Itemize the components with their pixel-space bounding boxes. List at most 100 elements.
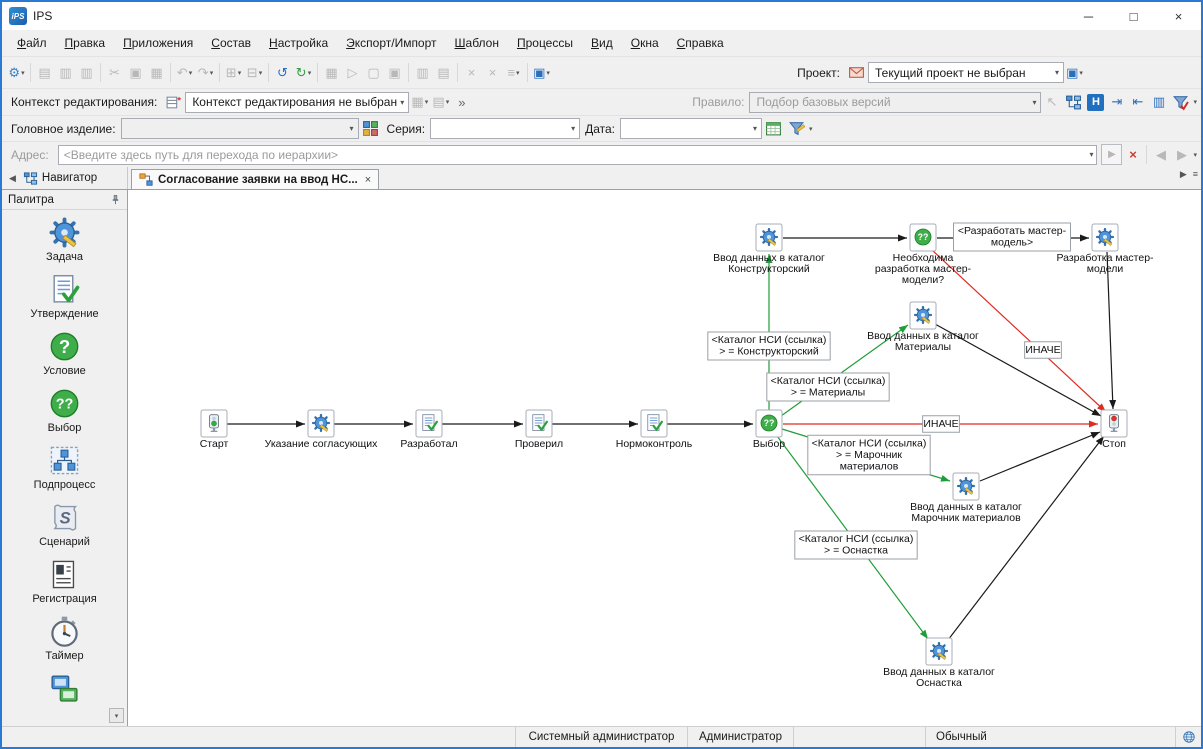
tabs-scroll-right-icon[interactable]: ▶ [1177,167,1190,189]
export-doc-icon: ▥ [416,64,429,80]
chevron-down-icon[interactable]: ▾ [1193,151,1197,159]
tabs-menu-icon[interactable]: ≡ [1190,167,1201,189]
node-vvod-osnastka[interactable]: Ввод данных в каталог Оснастка [883,637,995,689]
series-combo[interactable]: ▾ [430,118,581,139]
refresh-all-icon[interactable]: ↻ ▾ [293,62,314,83]
product-structure-icon[interactable] [362,120,379,137]
menu-file[interactable]: Файл [8,32,56,54]
filter-edit-icon[interactable] [788,120,805,137]
refresh-icon[interactable]: ↺ [272,62,293,83]
navigator-tab[interactable]: Навигатор [42,172,97,184]
menu-edit[interactable]: Правка [56,32,115,54]
palette-item-label: Подпроцесс [33,479,96,491]
palette-item-task[interactable]: Задача [46,216,83,273]
tab-process[interactable]: Согласование заявки на ввод НС... × [131,169,380,189]
network-icon [48,672,81,705]
goto-prev-icon[interactable]: ⇤ [1127,92,1148,113]
menu-structure[interactable]: Состав [202,32,260,54]
menu-export-import[interactable]: Экспорт/Импорт [337,32,445,54]
select-cursor-icon: ↖ [1046,94,1058,109]
palette-item-partial[interactable] [48,672,81,726]
node-stop[interactable]: Стоп [1100,409,1128,450]
subprocess-icon [48,444,81,477]
chevron-down-icon[interactable]: ▾ [1193,98,1197,106]
workspace-panels-icon[interactable]: ▣ ▾ [531,62,552,83]
node-start[interactable]: Старт [200,409,229,450]
chevron-down-icon[interactable]: ▾ [1086,150,1096,159]
node-label: Разработка мастер-модели [1056,252,1154,275]
tab-close-icon[interactable]: × [365,174,371,186]
edge-osnastka-stop[interactable] [947,435,1105,641]
palette-item-subprocess[interactable]: Подпроцесс [33,444,96,501]
edit-context-icon[interactable] [165,94,182,111]
overflow-chevron-icon[interactable]: » [451,92,472,113]
menu-help[interactable]: Справка [668,32,733,54]
pin-icon[interactable] [110,194,121,205]
palette-scroll-down-button[interactable]: ▾ [109,708,124,723]
node-label: Необходима разработка мастер-модели? [875,252,972,286]
edge-label-inache-mid[interactable]: ИНАЧЕ [922,415,960,433]
node-razrabotka-master-modeli[interactable]: Разработка мастер-модели [1056,223,1154,275]
address-input[interactable] [58,147,1087,162]
node-razrabotal[interactable]: Разработал [400,409,458,450]
h-button[interactable]: H [1087,93,1105,111]
context-combo[interactable]: Контекст редактирования не выбран ▾ [185,91,410,113]
edit-context-toolbar: Контекст редактирования: Контекст редакт… [2,88,1201,115]
palette-title: Палитра [8,193,54,206]
node-label: Ввод данных в каталог Оснастка [883,666,995,689]
node-vvod-materialy[interactable]: Ввод данных в каталог Материалы [867,301,979,353]
columns-icon[interactable]: ▥ [1148,92,1169,113]
filter-applied-icon[interactable] [1172,94,1189,111]
node-ukazanie-soglasuyushchih[interactable]: Указание согласующих [265,409,378,450]
goto-next-icon[interactable]: ⇥ [1106,92,1127,113]
edge-label-osnastka[interactable]: <Каталог НСИ (ссылка) > = Оснастка [794,530,918,560]
close-button[interactable]: × [1156,2,1201,30]
clear-address-icon[interactable]: × [1122,144,1143,165]
menu-template[interactable]: Шаблон [446,32,508,54]
address-field[interactable]: ▾ [57,144,1098,165]
address-toolbar: Адрес: ▾ ▶ × ◀ ▶ ▾ [2,141,1201,167]
collapse-panel-icon[interactable]: ◀ [6,171,19,186]
mail-icon[interactable] [848,64,865,81]
edge-label-materialy[interactable]: <Каталог НСИ (ссылка) > = Материалы [766,372,890,402]
edge-label-master-model[interactable]: <Разработать мастер-модель> [953,222,1071,252]
node-vybor[interactable]: Выбор [753,409,785,450]
create-object-icon[interactable]: ⚙ ▾ [6,62,27,83]
views-gallery-icon[interactable]: ▣ ▾ [1064,62,1085,83]
calendar-icon[interactable] [765,120,782,137]
node-label: Ввод данных в каталог Марочник материалов [910,501,1022,524]
palette-item-timer[interactable]: Таймер [45,615,84,672]
chevron-down-icon[interactable]: ▾ [809,125,813,133]
edge-label-konstruktorskij[interactable]: <Каталог НСИ (ссылка) > = Конструкторский [707,331,831,361]
minimize-button[interactable]: ─ [1066,2,1111,30]
menu-applications[interactable]: Приложения [114,32,202,54]
chevron-down-icon: ▾ [571,124,576,133]
node-proveril[interactable]: Проверил [515,409,563,450]
node-vvod-marochnik[interactable]: Ввод данных в каталог Марочник материалов [910,472,1022,524]
menu-view[interactable]: Вид [582,32,622,54]
separator [527,63,528,82]
node-vvod-konstruktorskij[interactable]: Ввод данных в каталог Конструкторский [713,223,825,275]
diagram-canvas[interactable]: <Каталог НСИ (ссылка) > = Конструкторский… [128,190,1201,726]
palette-item-choice[interactable]: Выбор [48,387,81,444]
edge-label-marochnik[interactable]: <Каталог НСИ (ссылка) > = Марочник материа… [807,434,931,476]
node-normokontrol[interactable]: Нормоконтроль [616,409,693,450]
date-combo[interactable]: ▾ [620,118,762,139]
palette-item-registration[interactable]: Регистрация [32,558,97,615]
project-combo[interactable]: Текущий проект не выбран ▾ [868,62,1064,83]
maximize-button[interactable]: □ [1111,2,1156,30]
product-toolbar: Головное изделие: ▾ Серия: ▾ Дата: ▾ ▾ [2,115,1201,141]
edge-label-inache-top[interactable]: ИНАЧЕ [1024,341,1062,359]
menu-windows[interactable]: Окна [622,32,668,54]
palette-item-condition[interactable]: Условие [43,330,86,387]
palette-item-scenario[interactable]: Сценарий [39,501,90,558]
edge-razrabotka-stop[interactable] [1106,251,1117,410]
redo-icon: ↷ ▾ [197,64,214,80]
palette-item-approval[interactable]: Утверждение [30,273,99,330]
hierarchy-icon[interactable] [1065,94,1082,111]
menu-settings[interactable]: Настройка [260,32,337,54]
table-view-icon: ▦ [325,64,338,80]
menu-processes[interactable]: Процессы [508,32,582,54]
edge-marochnik-stop[interactable] [979,431,1101,482]
workflow-diagram[interactable]: <Каталог НСИ (ссылка) > = Конструкторский… [128,190,1201,726]
